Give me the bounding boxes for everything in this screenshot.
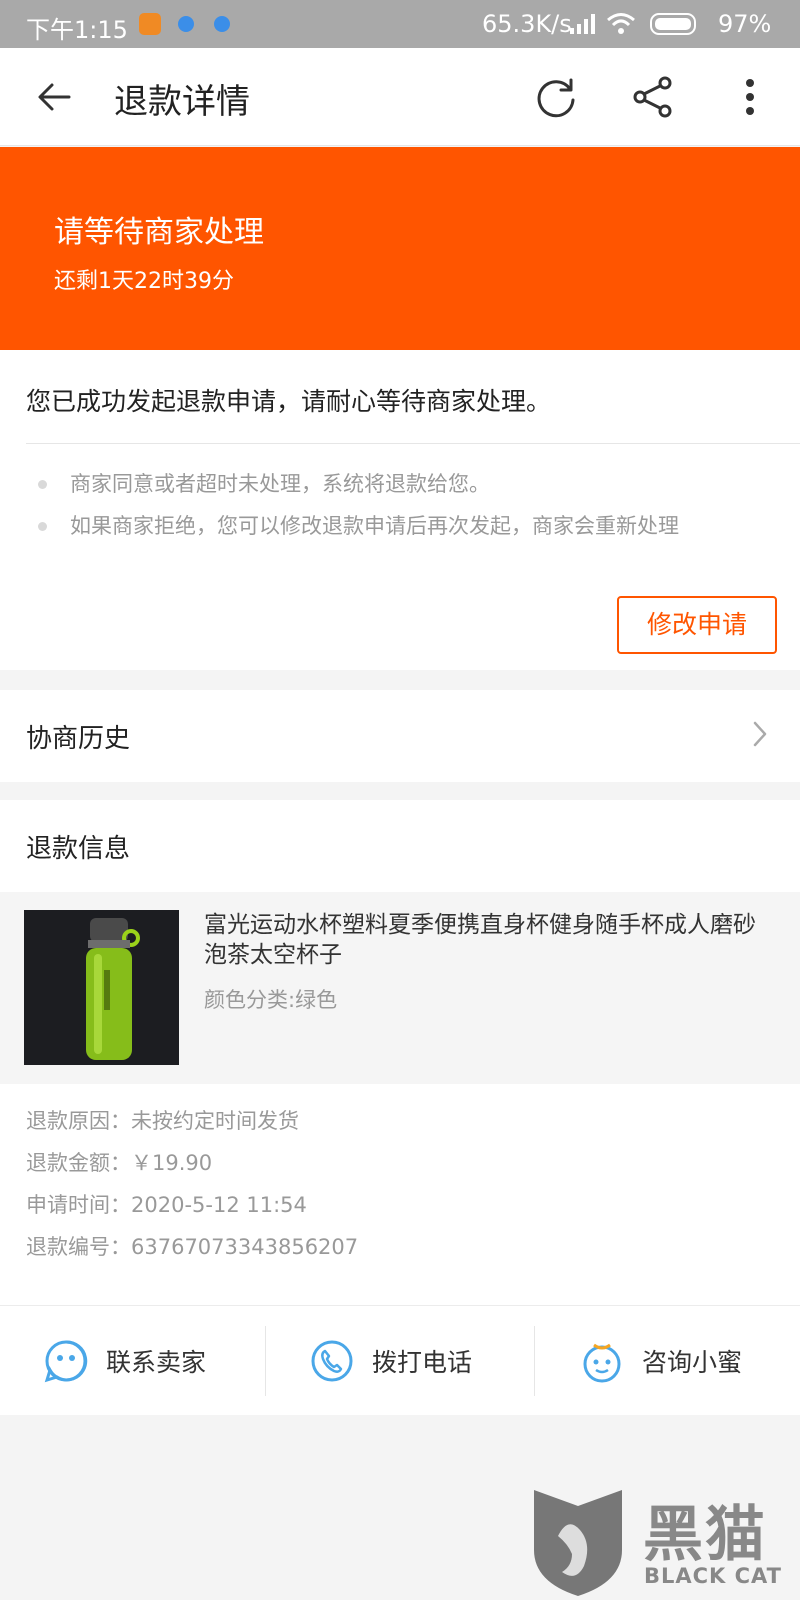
phone-icon [311, 1340, 353, 1382]
action-bar: 联系卖家 拨打电话 咨询小蜜 [0, 1305, 800, 1415]
refresh-button[interactable] [528, 69, 584, 125]
assistant-face-icon [583, 1343, 621, 1383]
status-banner: 请等待商家处理 还剩1天22时39分 [0, 147, 800, 350]
tip-item: 如果商家拒绝，您可以修改退款申请后再次发起，商家会重新处理 [34, 510, 679, 552]
notice-card: 您已成功发起退款申请，请耐心等待商家处理。 商家同意或者超时未处理，系统将退款给… [0, 350, 800, 670]
tips-list: 商家同意或者超时未处理，系统将退款给您。 如果商家拒绝，您可以修改退款申请后再次… [34, 468, 679, 552]
notice-message: 您已成功发起退款申请，请耐心等待商家处理。 [26, 387, 552, 416]
divider [534, 1326, 535, 1396]
banner-countdown: 还剩1天22时39分 [54, 269, 234, 294]
divider [265, 1326, 266, 1396]
notification-dot-icon [178, 16, 194, 32]
watermark-subtext: BLACK CAT [644, 1564, 782, 1588]
product-card[interactable]: 富光运动水杯塑料夏季便携直身杯健身随手杯成人磨砂泡茶太空杯子 颜色分类:绿色 [0, 892, 800, 1084]
watermark-text: 黑猫 [643, 1500, 767, 1570]
negotiation-history-row[interactable]: 协商历史 [0, 690, 800, 782]
chevron-right-icon [753, 721, 767, 747]
share-button[interactable] [625, 69, 681, 125]
divider [26, 443, 800, 444]
modify-request-button[interactable]: 修改申请 [617, 596, 777, 654]
refund-info-title: 退款信息 [26, 834, 131, 864]
ask-assistant-label: 咨询小蜜 [642, 1348, 743, 1377]
chat-smile-icon [44, 1340, 88, 1383]
tip-item: 商家同意或者超时未处理，系统将退款给您。 [34, 468, 679, 510]
refund-details: 退款原因：未按约定时间发货 退款金额：￥19.90 申请时间：2020-5-12… [26, 1104, 358, 1272]
product-spec: 颜色分类:绿色 [204, 988, 338, 1012]
share-icon [633, 76, 672, 118]
refund-info-section: 退款信息 富光运动水杯塑料夏季便携直身杯健身随手杯成人磨砂泡茶太空杯子 颜色分类… [0, 800, 800, 1305]
apply-time: 申请时间：2020-5-12 11:54 [26, 1193, 307, 1217]
banner-heading: 请等待商家处理 [54, 215, 264, 250]
ask-assistant-button[interactable]: 咨询小蜜 [580, 1306, 742, 1416]
wifi-icon [607, 13, 635, 34]
call-button[interactable]: 拨打电话 [310, 1306, 472, 1416]
refresh-icon [537, 78, 575, 118]
uc-browser-icon [139, 13, 161, 35]
more-vertical-icon [746, 79, 754, 115]
page-title: 退款详情 [114, 82, 250, 122]
refund-reason: 退款原因：未按约定时间发货 [26, 1109, 299, 1133]
status-bar: 下午1:15 65.3K/s 97% [0, 0, 800, 48]
black-cat-logo-icon [534, 1490, 622, 1596]
notification-dot-icon [214, 16, 230, 32]
app-bar: 退款详情 [0, 48, 800, 146]
battery-percent: 97% [718, 10, 772, 38]
contact-seller-button[interactable]: 联系卖家 [44, 1306, 206, 1416]
water-bottle-icon [24, 910, 179, 1065]
history-label: 协商历史 [26, 724, 131, 754]
refund-number: 退款编号：63767073343856207 [26, 1235, 359, 1259]
more-button[interactable] [722, 69, 778, 125]
product-name: 富光运动水杯塑料夏季便携直身杯健身随手杯成人磨砂泡茶太空杯子 [204, 912, 756, 968]
arrow-left-icon [38, 83, 71, 111]
product-image [24, 910, 179, 1065]
call-label: 拨打电话 [372, 1348, 473, 1377]
refund-amount: 退款金额：￥19.90 [26, 1151, 213, 1175]
signal-icon [570, 14, 595, 34]
back-button[interactable] [26, 69, 82, 125]
network-speed: 65.3K/s [482, 10, 572, 38]
watermark: 黑猫 BLACK CAT [528, 1486, 800, 1600]
battery-icon [650, 13, 696, 35]
status-time: 下午1:15 [26, 16, 128, 44]
contact-seller-label: 联系卖家 [106, 1348, 207, 1377]
